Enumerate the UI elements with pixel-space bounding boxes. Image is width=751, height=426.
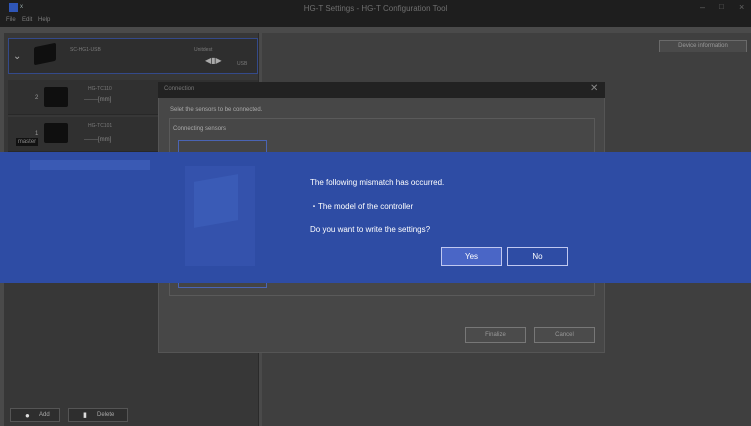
- sensor-model: HG-TC101: [88, 123, 113, 129]
- connection-dialog-titlebar: [158, 82, 605, 98]
- connection-instruction: Selet the sensors to be connected.: [170, 107, 263, 113]
- trash-icon: ▮: [83, 412, 87, 419]
- controller-model: SC-HG1-USB: [70, 47, 101, 53]
- finalize-button[interactable]: Finalize: [465, 327, 526, 343]
- sensor-image: [44, 123, 68, 143]
- master-badge: master: [16, 138, 38, 146]
- sensor-ghost-image: [194, 174, 238, 228]
- mismatch-question: Do you want to write the settings?: [310, 225, 431, 234]
- close-icon[interactable]: ✕: [590, 83, 598, 94]
- plus-circle-icon: ●: [25, 411, 30, 420]
- minimize-icon[interactable]: –: [700, 2, 705, 12]
- sensor-value: -------[mm]: [84, 137, 112, 143]
- menu-edit[interactable]: Edit: [22, 17, 32, 23]
- cancel-button[interactable]: Cancel: [534, 327, 595, 343]
- sensor-index: 2: [35, 95, 39, 101]
- sensor-value: -------[mm]: [84, 97, 112, 103]
- mismatch-detail: ・The model of the controller: [310, 202, 414, 211]
- connection-dialog-title: Connection: [164, 86, 195, 92]
- mismatch-message: The following mismatch has occurred.: [310, 178, 445, 187]
- no-button[interactable]: No: [507, 247, 568, 266]
- selected-row-highlight: [30, 160, 150, 170]
- sensor-image: [44, 87, 68, 107]
- sensor-index: 1: [35, 131, 39, 137]
- maximize-icon[interactable]: □: [719, 2, 724, 11]
- controller-status: Unitdest: [194, 47, 213, 53]
- menu-file[interactable]: File: [6, 17, 16, 23]
- delete-button[interactable]: ▮ Delete: [68, 408, 128, 422]
- menu-help[interactable]: Help: [38, 17, 50, 23]
- close-icon[interactable]: ×: [739, 2, 744, 12]
- menu-bar: File Edit Help: [0, 17, 751, 27]
- add-label: Add: [39, 412, 50, 418]
- window-title: HG-T Settings - HG-T Configuration Tool: [303, 4, 448, 13]
- connecting-sensors-label: Connecting sensors: [173, 126, 227, 132]
- usb-plug-icon: ◀▮▶: [205, 56, 222, 65]
- tab-device-information[interactable]: Device information: [659, 40, 747, 52]
- mismatch-banner: [0, 152, 751, 283]
- chevron-down-icon[interactable]: ⌄: [13, 51, 21, 62]
- yes-button[interactable]: Yes: [441, 247, 502, 266]
- sensor-model: HG-TC110: [88, 86, 112, 92]
- delete-label: Delete: [97, 412, 115, 418]
- add-button[interactable]: ● Add: [10, 408, 60, 422]
- controller-port: USB: [237, 61, 248, 67]
